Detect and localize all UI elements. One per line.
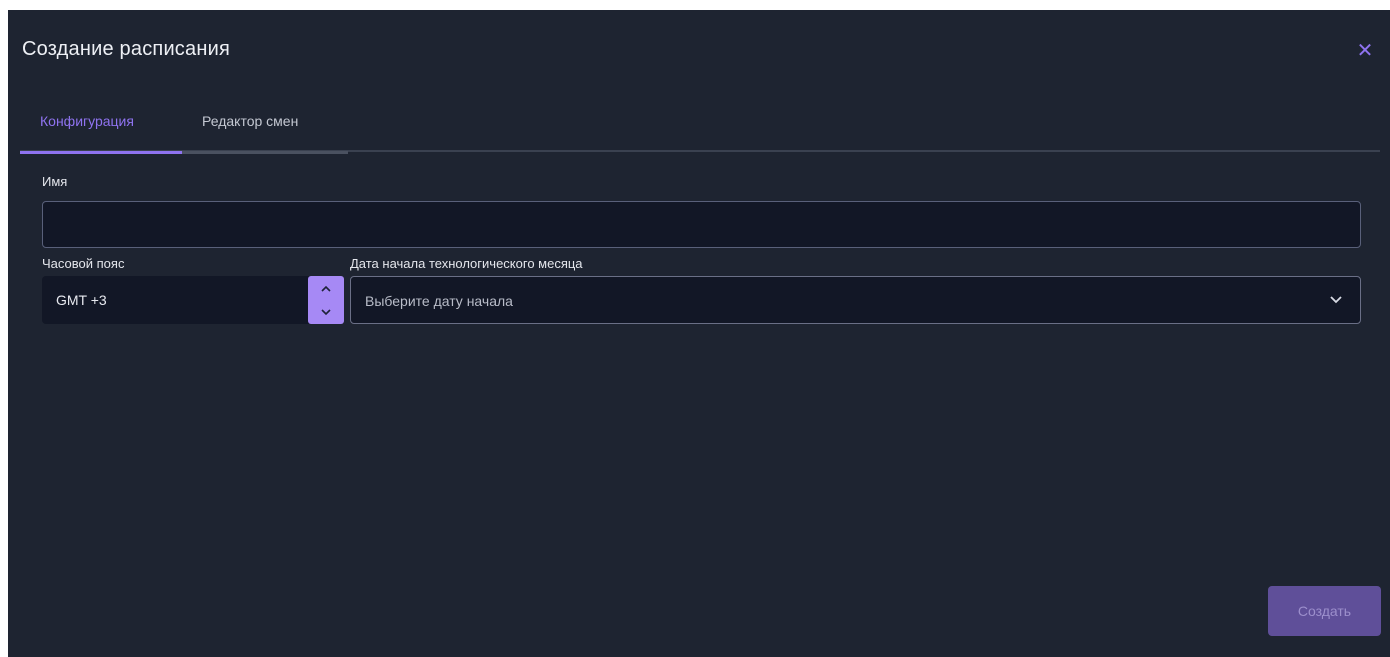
name-label: Имя: [42, 174, 68, 189]
tab-shift-editor[interactable]: Редактор смен: [182, 106, 348, 154]
chevron-down-icon[interactable]: [308, 300, 344, 324]
chevron-up-icon[interactable]: [308, 276, 344, 300]
timezone-value: GMT +3: [56, 292, 107, 308]
create-button[interactable]: Создать: [1268, 586, 1381, 636]
tab-bar: Конфигурация Редактор смен: [20, 106, 1380, 154]
create-schedule-dialog: Создание расписания ✕ Конфигурация Редак…: [8, 10, 1390, 657]
dialog-title: Создание расписания: [22, 38, 230, 60]
tab-configuration[interactable]: Конфигурация: [20, 106, 182, 154]
close-icon[interactable]: ✕: [1354, 40, 1376, 62]
chevron-down-icon: [1330, 296, 1342, 304]
start-date-placeholder: Выберите дату начала: [365, 293, 513, 309]
timezone-label: Часовой пояс: [42, 256, 125, 271]
name-input[interactable]: [42, 201, 1361, 248]
start-date-label: Дата начала технологического месяца: [350, 256, 583, 271]
start-date-select[interactable]: Выберите дату начала: [350, 276, 1361, 324]
timezone-input[interactable]: GMT +3: [42, 276, 344, 324]
timezone-stepper[interactable]: [308, 276, 344, 324]
